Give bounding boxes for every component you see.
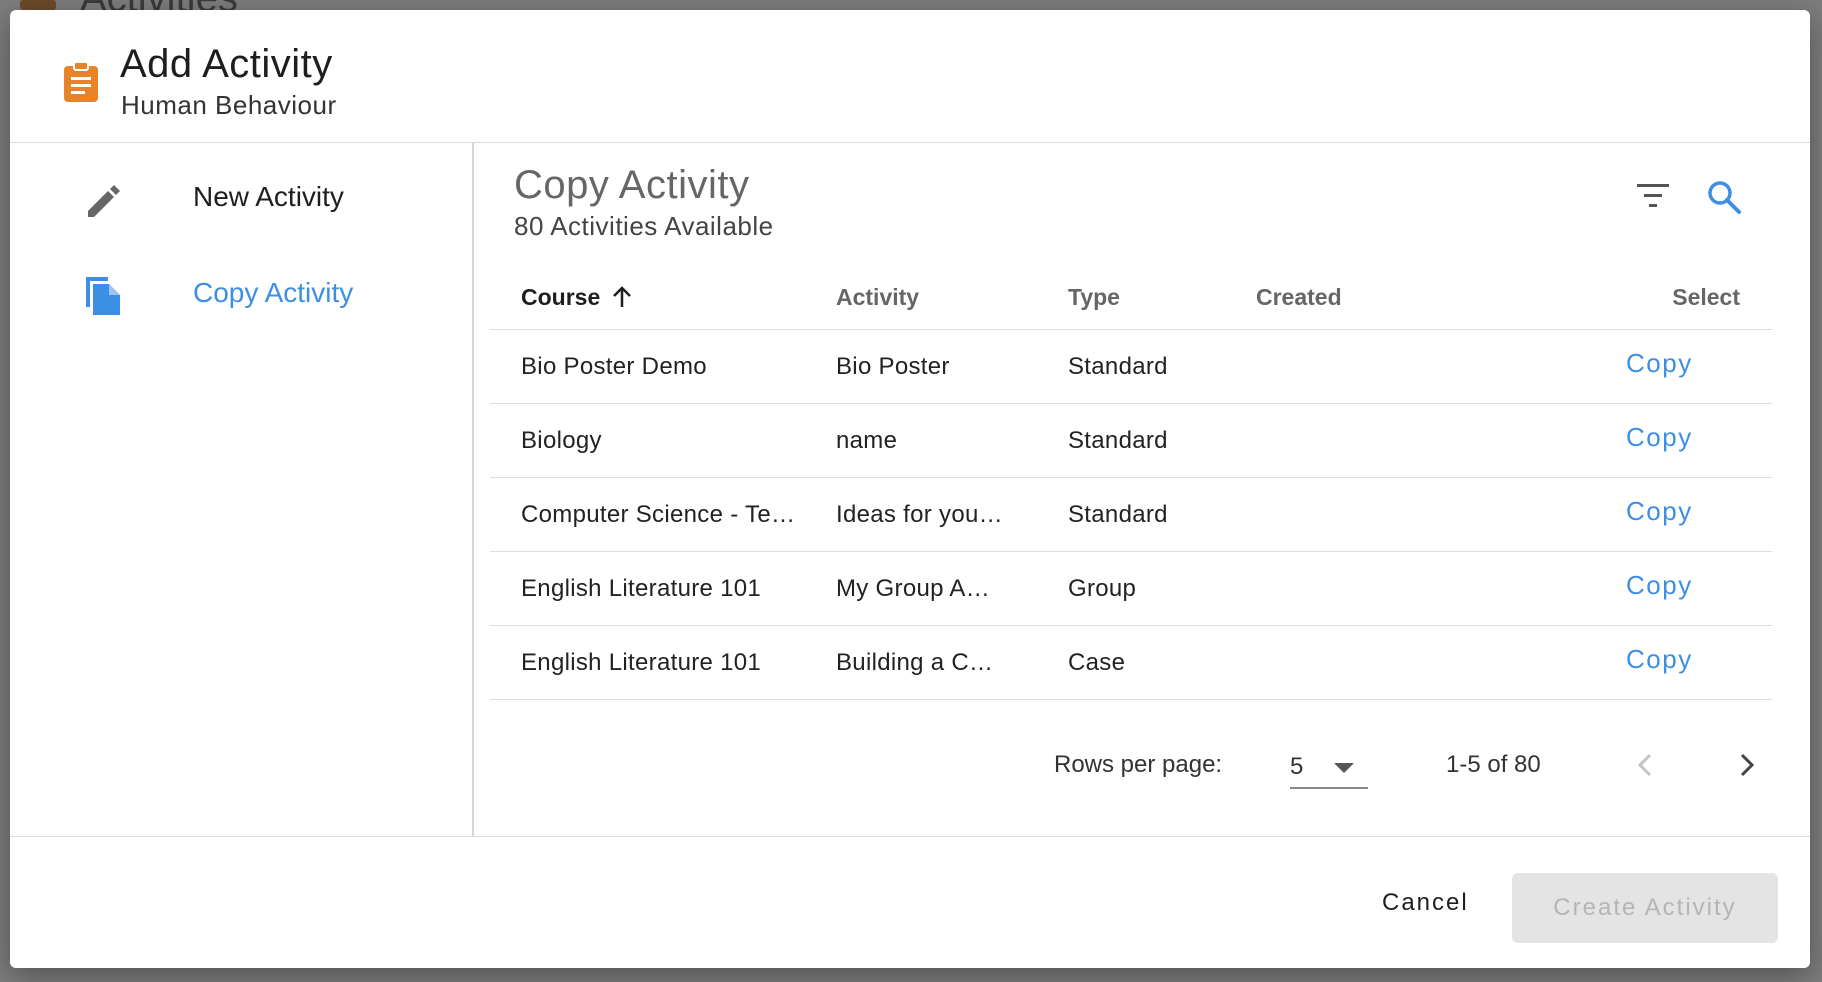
copy-button[interactable]: Copy (1606, 417, 1693, 457)
panel-title: Copy Activity (514, 163, 750, 207)
rows-per-page-value: 5 (1290, 753, 1304, 780)
sidebar: New Activity Copy Activity (10, 143, 474, 836)
cell-course: Biology (490, 403, 836, 478)
sidebar-item-label: New Activity (193, 181, 344, 212)
sidebar-item-label: Copy Activity (193, 277, 354, 308)
cell-course: Computer Science - Te… (490, 477, 836, 552)
cell-select: Copy (1606, 551, 1772, 626)
copy-button-label: Copy (1626, 569, 1693, 600)
search-icon (1708, 181, 1741, 214)
pencil-icon (88, 185, 120, 217)
dialog-header: Add Activity Human Behaviour (10, 10, 1810, 143)
cell-type: Group (1068, 551, 1256, 626)
rows-per-page-label: Rows per page: (1054, 751, 1223, 778)
sidebar-item-copy-activity[interactable]: Copy Activity (10, 247, 472, 337)
copy-button[interactable]: Copy (1606, 491, 1693, 531)
column-header-activity[interactable]: Activity (836, 265, 1068, 330)
cell-activity: My Group A… (836, 551, 1068, 626)
copy-button[interactable]: Copy (1606, 343, 1693, 383)
create-activity-button[interactable]: Create Activity (1512, 873, 1778, 943)
caret-down-icon (1334, 763, 1354, 773)
pagination: Rows per page: 5 1-5 of 80 (474, 743, 1810, 803)
cell-type: Case (1068, 625, 1256, 700)
filter-icon (1637, 184, 1669, 207)
cell-created (1256, 403, 1606, 478)
rows-per-page-select[interactable]: 5 (1290, 743, 1368, 789)
cell-activity: Bio Poster (836, 329, 1068, 404)
activities-count: 80 Activities Available (514, 211, 774, 241)
cell-course: English Literature 101 (490, 551, 836, 626)
background-clipboard-icon (20, 0, 56, 10)
column-header-course[interactable]: Course (490, 265, 836, 330)
cell-activity: Building a C… (836, 625, 1068, 700)
column-header-select: Select (1606, 265, 1772, 330)
chevron-left-icon (1637, 753, 1652, 777)
dialog-footer: Cancel Create Activity (10, 836, 1810, 968)
add-activity-dialog: Add Activity Human Behaviour New Activit… (10, 10, 1810, 968)
cell-created (1256, 329, 1606, 404)
cancel-button[interactable]: Cancel (1370, 875, 1481, 931)
copy-button[interactable]: Copy (1606, 565, 1693, 605)
cell-select: Copy (1606, 625, 1772, 700)
previous-page-button[interactable] (1624, 743, 1668, 787)
table-row: English Literature 101 Building a C… Cas… (490, 625, 1772, 700)
column-header-type[interactable]: Type (1068, 265, 1256, 330)
cell-select: Copy (1606, 477, 1772, 552)
chevron-right-icon (1740, 753, 1755, 777)
file-copy-icon (86, 277, 120, 315)
table-row: English Literature 101 My Group A… Group… (490, 551, 1772, 626)
table-row: Biology name Standard Copy (490, 403, 1772, 478)
cell-created (1256, 625, 1606, 700)
cell-course: English Literature 101 (490, 625, 836, 700)
copy-button[interactable]: Copy (1606, 639, 1693, 679)
dialog-title: Add Activity (120, 42, 333, 86)
copy-button-label: Copy (1626, 421, 1693, 452)
next-page-button[interactable] (1724, 743, 1768, 787)
copy-button-label: Copy (1626, 643, 1693, 674)
table-row: Bio Poster Demo Bio Poster Standard Copy (490, 329, 1772, 404)
copy-button-label: Copy (1626, 347, 1693, 378)
cell-type: Standard (1068, 477, 1256, 552)
cell-type: Standard (1068, 329, 1256, 404)
cell-created (1256, 551, 1606, 626)
dialog-subtitle: Human Behaviour (121, 90, 337, 120)
table-header-row: Course Activity Type Created Select (490, 265, 1772, 330)
column-header-created[interactable]: Created (1256, 265, 1606, 330)
cell-select: Copy (1606, 403, 1772, 478)
cell-type: Standard (1068, 403, 1256, 478)
cell-activity: Ideas for you… (836, 477, 1068, 552)
activities-table: Course Activity Type Created Select Bio … (490, 265, 1772, 700)
arrow-up-icon (612, 285, 631, 307)
pagination-range: 1-5 of 80 (1446, 751, 1541, 778)
copy-activity-panel: Copy Activity 80 Activities Available Co… (474, 143, 1810, 836)
cell-activity: name (836, 403, 1068, 478)
search-button[interactable] (1700, 173, 1746, 219)
copy-button-label: Copy (1626, 495, 1693, 526)
cell-course: Bio Poster Demo (490, 329, 836, 404)
cell-select: Copy (1606, 329, 1772, 404)
sidebar-item-new-activity[interactable]: New Activity (10, 151, 472, 241)
cell-created (1256, 477, 1606, 552)
filter-button[interactable] (1630, 173, 1676, 219)
table-row: Computer Science - Te… Ideas for you… St… (490, 477, 1772, 552)
clipboard-icon (64, 61, 98, 102)
